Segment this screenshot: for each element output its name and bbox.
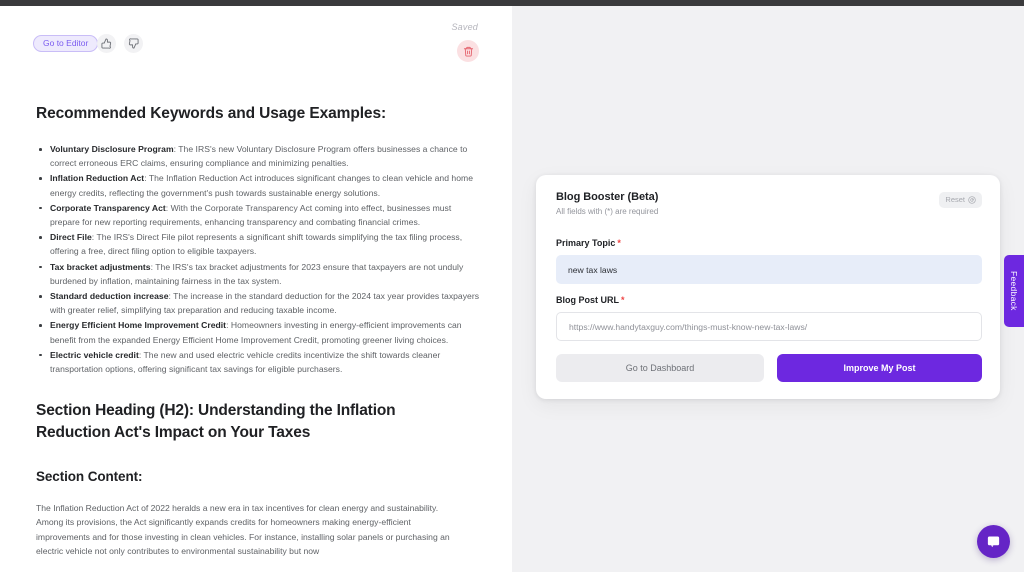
blog-post-url-input[interactable]: https://www.handytaxguy.com/things-must-… xyxy=(556,312,982,341)
list-item: Electric vehicle credit: The new and use… xyxy=(36,348,480,376)
thumbs-down-icon xyxy=(128,38,139,49)
browser-top-strip xyxy=(0,0,1024,6)
keyword-term: Inflation Reduction Act xyxy=(50,173,145,184)
thumbs-up-icon xyxy=(101,38,112,49)
keyword-description: : The IRS's Direct File pilot represents… xyxy=(50,232,463,257)
list-item: Standard deduction increase: The increas… xyxy=(36,289,480,317)
document-pane: Go to Editor Saved Recommended Keywords … xyxy=(0,0,512,572)
card-action-row: Go to Dashboard Improve My Post xyxy=(556,354,982,382)
list-item: Inflation Reduction Act: The Inflation R… xyxy=(36,171,480,199)
thumbs-up-button[interactable] xyxy=(97,34,116,53)
saved-status-label: Saved xyxy=(451,22,478,32)
keyword-term: Corporate Transparency Act xyxy=(50,202,166,213)
keyword-term: Electric vehicle credit xyxy=(50,349,139,360)
go-to-dashboard-button[interactable]: Go to Dashboard xyxy=(556,354,764,382)
keyword-term: Tax bracket adjustments xyxy=(50,261,151,272)
thumbs-down-button[interactable] xyxy=(124,34,143,53)
list-item: Tax bracket adjustments: The IRS's tax b… xyxy=(36,260,480,288)
delete-button[interactable] xyxy=(457,40,479,62)
primary-topic-input[interactable]: new tax laws xyxy=(556,255,982,284)
section-content-label: Section Content: xyxy=(36,469,143,485)
improve-my-post-button[interactable]: Improve My Post xyxy=(777,354,982,382)
list-item: Corporate Transparency Act: With the Cor… xyxy=(36,201,480,229)
primary-topic-label-text: Primary Topic xyxy=(556,238,616,248)
keyword-term: Direct File xyxy=(50,232,92,243)
keyword-term: Voluntary Disclosure Program xyxy=(50,143,174,154)
document-toolbar: Go to Editor Saved xyxy=(0,22,512,62)
chat-bubble-icon xyxy=(987,536,1000,548)
primary-topic-label: Primary Topic * xyxy=(556,238,621,248)
reset-label: Reset xyxy=(945,195,965,205)
trash-icon xyxy=(463,46,473,57)
blog-booster-card: Blog Booster (Beta) All fields with (*) … xyxy=(536,175,1000,399)
chat-launcher-button[interactable] xyxy=(977,525,1010,558)
list-item: Voluntary Disclosure Program: The IRS's … xyxy=(36,142,480,170)
card-title: Blog Booster (Beta) xyxy=(556,191,659,203)
card-subtitle: All fields with (*) are required xyxy=(556,207,659,216)
primary-topic-value: new tax laws xyxy=(568,264,618,275)
reset-button[interactable]: Reset xyxy=(939,192,982,208)
required-marker: * xyxy=(617,238,621,248)
keyword-term: Energy Efficient Home Improvement Credit xyxy=(50,320,227,331)
feedback-tab[interactable]: Feedback xyxy=(1004,255,1024,327)
blog-post-url-value: https://www.handytaxguy.com/things-must-… xyxy=(569,321,808,332)
body-paragraph: The Inflation Reduction Act of 2022 hera… xyxy=(36,503,450,556)
blog-post-url-label: Blog Post URL * xyxy=(556,295,625,305)
keyword-term: Standard deduction increase xyxy=(50,290,169,301)
keyword-list: Voluntary Disclosure Program : The IRS's … xyxy=(36,142,480,376)
app-root: Go to Editor Saved Recommended Keywords … xyxy=(0,0,1024,572)
blog-post-url-label-text: Blog Post URL xyxy=(556,295,619,305)
refresh-circle-icon xyxy=(968,196,976,204)
feedback-tab-label: Feedback xyxy=(1009,271,1019,311)
go-to-editor-button[interactable]: Go to Editor xyxy=(33,35,99,52)
section-heading: Section Heading (H2): Understanding the … xyxy=(36,402,396,441)
document-content: Recommended Keywords and Usage Examples:… xyxy=(36,104,480,558)
page-title: Recommended Keywords and Usage Examples: xyxy=(36,105,387,122)
required-marker: * xyxy=(621,295,625,305)
list-item: Direct File: The IRS's Direct File pilot… xyxy=(36,230,480,258)
list-item: Energy Efficient Home Improvement Credit… xyxy=(36,318,480,346)
tool-pane: Blog Booster (Beta) All fields with (*) … xyxy=(512,0,1024,572)
